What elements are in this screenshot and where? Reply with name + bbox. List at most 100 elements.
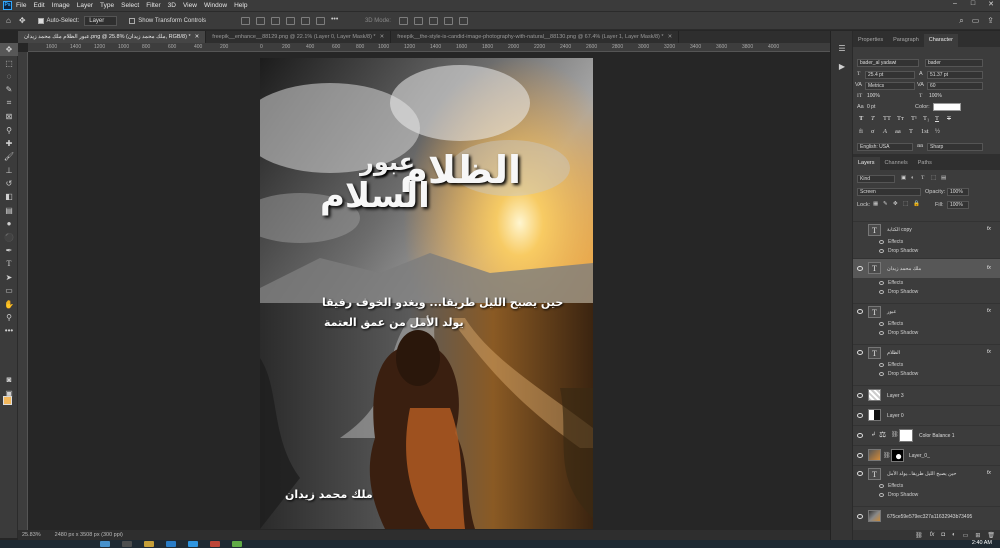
edit-toolbar-icon[interactable]: ••• [0, 324, 18, 337]
lock-artboard-icon[interactable]: ⬚ [903, 201, 908, 207]
quick-mask-icon[interactable]: ◙ [0, 373, 18, 386]
layer-row[interactable]: 675ce59e579ec327a11632943b73495 [853, 506, 1000, 526]
lock-position-icon[interactable]: ✥ [893, 201, 898, 207]
menu-view[interactable]: View [183, 2, 197, 9]
workspace-icon[interactable]: ▭ [972, 16, 980, 26]
dodge-tool-icon[interactable]: ⚫ [0, 230, 18, 243]
layer-row-selected[interactable]: T ملك محمد زيدان fx [853, 258, 1000, 278]
layer-row[interactable]: T الكتابة copy fx [853, 221, 1000, 237]
layer-name[interactable]: ملك محمد زيدان [887, 266, 921, 272]
subscript-icon[interactable]: T₁ [923, 115, 929, 122]
layer-name[interactable]: حين يصبح الليل طريقا...يولد الأمل [887, 471, 956, 477]
effect-visibility-icon[interactable] [879, 362, 884, 367]
fractions-icon[interactable]: ½ [935, 128, 940, 135]
new-layer-icon[interactable]: ⊞ [975, 532, 980, 539]
superscript-icon[interactable]: T¹ [911, 115, 917, 122]
menu-file[interactable]: File [16, 2, 26, 9]
menu-select[interactable]: Select [121, 2, 139, 9]
all-caps-icon[interactable]: TT [883, 115, 891, 122]
close-tab-icon[interactable]: ✕ [668, 34, 673, 40]
layer-name[interactable]: Layer_0_ [909, 453, 930, 459]
effect-visibility-icon[interactable] [879, 248, 884, 253]
tab-channels[interactable]: Channels [880, 157, 913, 170]
effect-visibility-icon[interactable] [879, 483, 884, 488]
underline-icon[interactable]: T [935, 115, 939, 122]
zoom-level[interactable]: 25.83% [22, 532, 41, 538]
filter-shape-icon[interactable]: ⬚ [931, 175, 936, 181]
layer-name[interactable]: Layer 3 [887, 393, 904, 399]
font-style-dropdown[interactable]: bader [925, 59, 983, 67]
delete-layer-icon[interactable]: 🗑 [987, 532, 995, 539]
small-caps-icon[interactable]: Tт [897, 115, 904, 122]
baseline-field[interactable]: 0 pt [865, 104, 915, 112]
3d-roll-icon[interactable] [413, 16, 423, 25]
layer-name[interactable]: Color Balance 1 [919, 433, 955, 439]
align-center-icon[interactable] [300, 16, 310, 25]
close-icon[interactable]: ✕ [982, 0, 1000, 8]
filter-adjustment-icon[interactable]: ◐ [911, 175, 914, 181]
menu-type[interactable]: Type [100, 2, 114, 9]
hand-tool-icon[interactable]: ✋ [0, 297, 18, 310]
align-right-icon[interactable] [315, 16, 325, 25]
path-selection-tool-icon[interactable]: ➤ [0, 271, 18, 284]
gradient-tool-icon[interactable]: ▤ [0, 204, 18, 217]
layer-select-dropdown[interactable]: Layer [84, 15, 118, 26]
blur-tool-icon[interactable]: ● [0, 217, 18, 230]
opacity-field[interactable]: 100% [947, 188, 969, 196]
lock-transparent-icon[interactable]: ▦ [873, 201, 878, 207]
start-icon[interactable] [100, 541, 110, 547]
pen-tool-icon[interactable]: ✒ [0, 244, 18, 257]
ligatures-icon[interactable]: fi [859, 128, 863, 135]
crop-tool-icon[interactable]: ⌗ [0, 97, 18, 110]
search-icon[interactable] [122, 541, 132, 547]
quick-select-tool-icon[interactable]: ✎ [0, 83, 18, 96]
language-dropdown[interactable]: English: USA [857, 143, 913, 151]
home-icon[interactable]: ⌂ [6, 16, 11, 25]
doc-tab[interactable]: freepik__enhance__88129.png @ 22.1% (Lay… [206, 31, 392, 43]
stylistic-alternates-icon[interactable]: aa [895, 128, 901, 135]
drop-shadow-effect[interactable]: Drop Shadow [879, 492, 918, 498]
layer-name[interactable]: Layer 0 [887, 413, 904, 419]
drop-shadow-effect[interactable]: Drop Shadow [879, 248, 918, 254]
menu-window[interactable]: Window [204, 2, 227, 9]
menu-image[interactable]: Image [52, 2, 70, 9]
titling-alternates-icon[interactable]: T [909, 128, 913, 135]
tracking-field[interactable]: 60 [927, 82, 983, 90]
lock-image-icon[interactable]: ✎ [883, 201, 888, 207]
effect-visibility-icon[interactable] [879, 289, 884, 294]
layer-visibility-eye-icon[interactable] [857, 471, 863, 476]
3d-pan-icon[interactable] [428, 16, 438, 25]
layer-filter-kind[interactable]: Kind [857, 175, 895, 183]
layer-row[interactable]: ↲ ⚖ ⛓ Color Balance 1 [853, 425, 1000, 445]
eyedropper-tool-icon[interactable]: ⚲ [0, 123, 18, 136]
search-icon[interactable]: ⌕ [959, 16, 963, 26]
effect-visibility-icon[interactable] [879, 321, 884, 326]
frame-tool-icon[interactable]: ⊠ [0, 110, 18, 123]
horizontal-scale-field[interactable]: 100% [927, 93, 983, 101]
transform-controls-checkbox[interactable] [129, 17, 136, 24]
doc-tab[interactable]: freepik__the-style-is-candid-image-photo… [391, 31, 680, 43]
font-family-dropdown[interactable]: bader_al yadawi [857, 59, 919, 67]
fill-field[interactable]: 100% [947, 201, 969, 209]
lasso-tool-icon[interactable]: ◌ [0, 70, 18, 83]
effect-visibility-icon[interactable] [879, 330, 884, 335]
menu-edit[interactable]: Edit [33, 2, 44, 9]
layer-row[interactable]: ⛓ Layer_0_ [853, 445, 1000, 465]
layer-name[interactable]: 675ce59e579ec327a11632943b73495 [887, 514, 972, 520]
photoshop-taskbar-icon[interactable] [188, 541, 198, 547]
effect-visibility-icon[interactable] [879, 239, 884, 244]
layer-name[interactable]: الكتابة copy [887, 227, 912, 233]
drop-shadow-effect[interactable]: Drop Shadow [879, 330, 918, 336]
swash-icon[interactable]: A [883, 128, 887, 135]
link-layers-icon[interactable]: ⛓ [915, 532, 923, 539]
menu-layer[interactable]: Layer [77, 2, 93, 9]
tab-properties[interactable]: Properties [853, 34, 888, 47]
layer-visibility-eye-icon[interactable] [857, 309, 863, 314]
leading-field[interactable]: 51.37 pt [927, 71, 983, 79]
layer-row[interactable]: T حين يصبح الليل طريقا...يولد الأمل fx [853, 465, 1000, 481]
browser-icon[interactable] [166, 541, 176, 547]
filter-pixel-icon[interactable]: ▣ [901, 175, 906, 181]
strikethrough-icon[interactable]: T [947, 115, 951, 122]
brush-tool-icon[interactable]: 🖌 [0, 150, 18, 163]
healing-brush-tool-icon[interactable]: ✚ [0, 137, 18, 150]
